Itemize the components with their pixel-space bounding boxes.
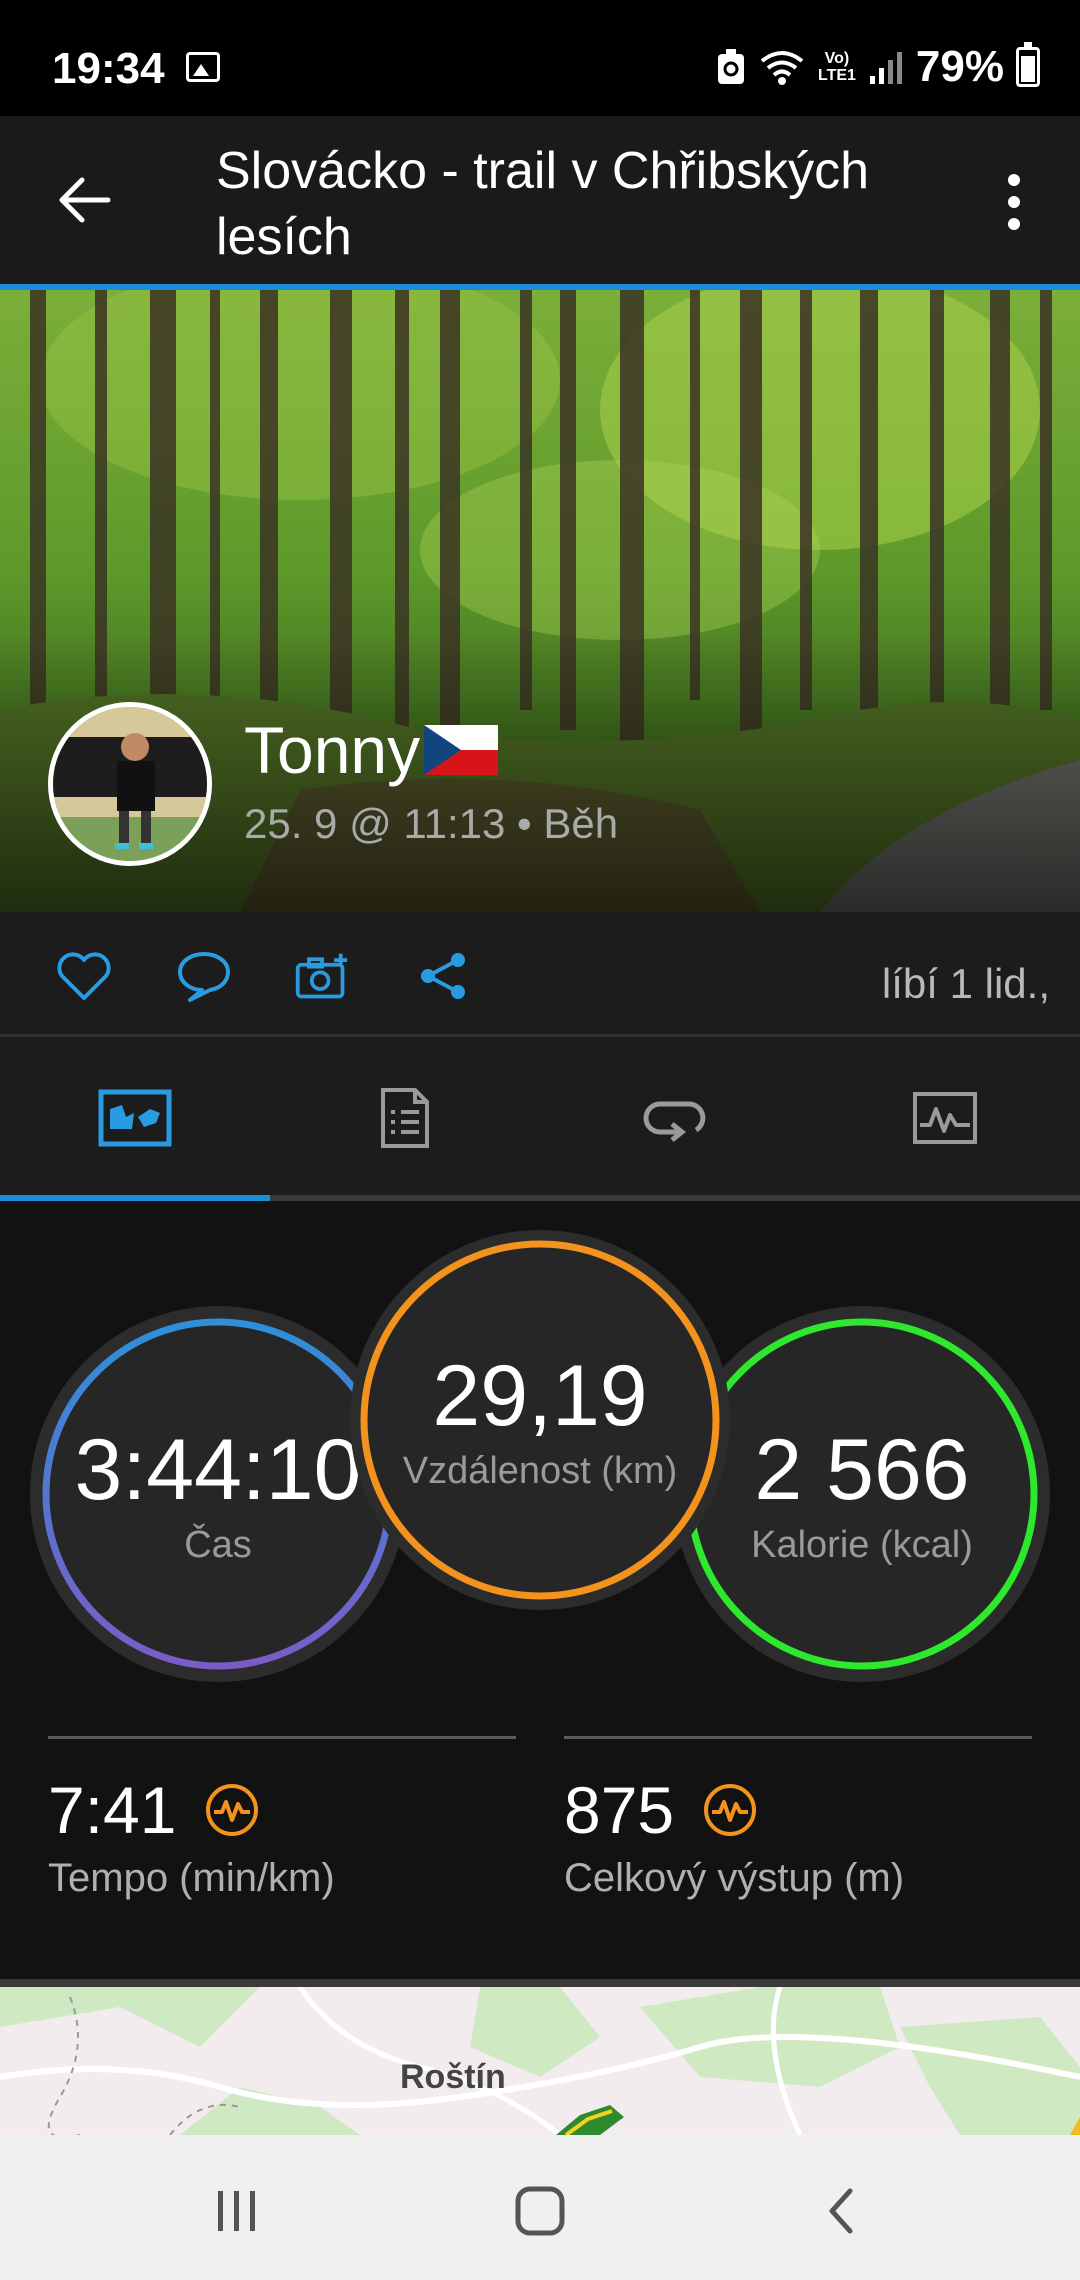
recycle-icon xyxy=(717,49,744,84)
status-time: 19:34 xyxy=(52,44,165,93)
add-photo-icon[interactable] xyxy=(294,950,350,1002)
document-icon xyxy=(381,1088,429,1148)
pace-label: Tempo (min/km) xyxy=(48,1856,335,1900)
likes-count[interactable]: líbí 1 lid., xyxy=(882,960,1050,1008)
more-vert-icon[interactable] xyxy=(1000,172,1028,232)
distance-stat[interactable]: 29,19 Vzdálenost (km) xyxy=(366,1246,714,1594)
calories-label: Kalorie (kcal) xyxy=(751,1524,973,1566)
ascent-stat[interactable]: 875 xyxy=(564,1772,758,1848)
tab-details[interactable] xyxy=(270,1037,540,1199)
volte-icon: Vo) LTE1 xyxy=(817,50,856,84)
avatar[interactable] xyxy=(48,702,212,866)
time-value: 3:44:10 xyxy=(74,1422,362,1518)
battery-icon xyxy=(1016,42,1040,87)
tab-overview[interactable] xyxy=(0,1037,270,1199)
pace-value: 7:41 xyxy=(48,1773,177,1847)
laps-icon xyxy=(643,1101,706,1142)
map-place-label: Roštín xyxy=(400,2058,506,2096)
time-stat[interactable]: 3:44:10 Čas xyxy=(46,1322,390,1666)
user-name-text: Tonny xyxy=(244,713,421,787)
chart-icon xyxy=(913,1092,977,1144)
pace-divider xyxy=(48,1736,516,1739)
section-divider xyxy=(0,1979,1080,1987)
action-bar: líbí 1 lid., xyxy=(0,912,1080,1037)
share-icon[interactable] xyxy=(416,950,472,1002)
route-map[interactable] xyxy=(0,1987,1080,2135)
battery-percent: 79% xyxy=(915,42,1004,91)
back-arrow-icon[interactable] xyxy=(56,176,112,224)
tab-bar xyxy=(0,1037,1080,1199)
back-nav-icon[interactable] xyxy=(826,2187,856,2235)
calories-stat[interactable]: 2 566 Kalorie (kcal) xyxy=(690,1322,1034,1666)
pace-stat[interactable]: 7:41 xyxy=(48,1772,260,1848)
tab-charts[interactable] xyxy=(810,1037,1080,1199)
home-icon[interactable] xyxy=(514,2185,566,2237)
calories-value: 2 566 xyxy=(754,1422,970,1518)
tab-laps[interactable] xyxy=(540,1037,810,1199)
ascent-badge-icon xyxy=(704,1784,757,1836)
heart-icon[interactable] xyxy=(56,950,112,1002)
ascent-label: Celkový výstup (m) xyxy=(564,1856,905,1900)
distance-label: Vzdálenost (km) xyxy=(402,1450,678,1492)
activity-meta: 25. 9 @ 11:13 • Běh xyxy=(244,800,619,847)
system-nav-bar xyxy=(0,2135,1080,2280)
pace-badge-icon xyxy=(206,1784,259,1836)
recent-apps-icon[interactable] xyxy=(214,2189,260,2233)
user-name[interactable]: Tonny xyxy=(244,712,499,788)
distance-value: 29,19 xyxy=(432,1348,648,1444)
comment-icon[interactable] xyxy=(176,950,232,1002)
image-icon xyxy=(186,52,220,82)
ascent-divider xyxy=(564,1736,1032,1739)
signal-icon xyxy=(869,52,902,84)
wifi-icon xyxy=(760,51,804,85)
status-icons: Vo) LTE1 79% xyxy=(716,42,1040,92)
czech-flag-icon xyxy=(424,725,499,775)
ascent-value: 875 xyxy=(564,1773,675,1847)
time-label: Čas xyxy=(184,1524,252,1566)
map-overview-icon xyxy=(98,1089,172,1147)
page-title: Slovácko - trail v Chřibských lesích xyxy=(216,142,870,266)
